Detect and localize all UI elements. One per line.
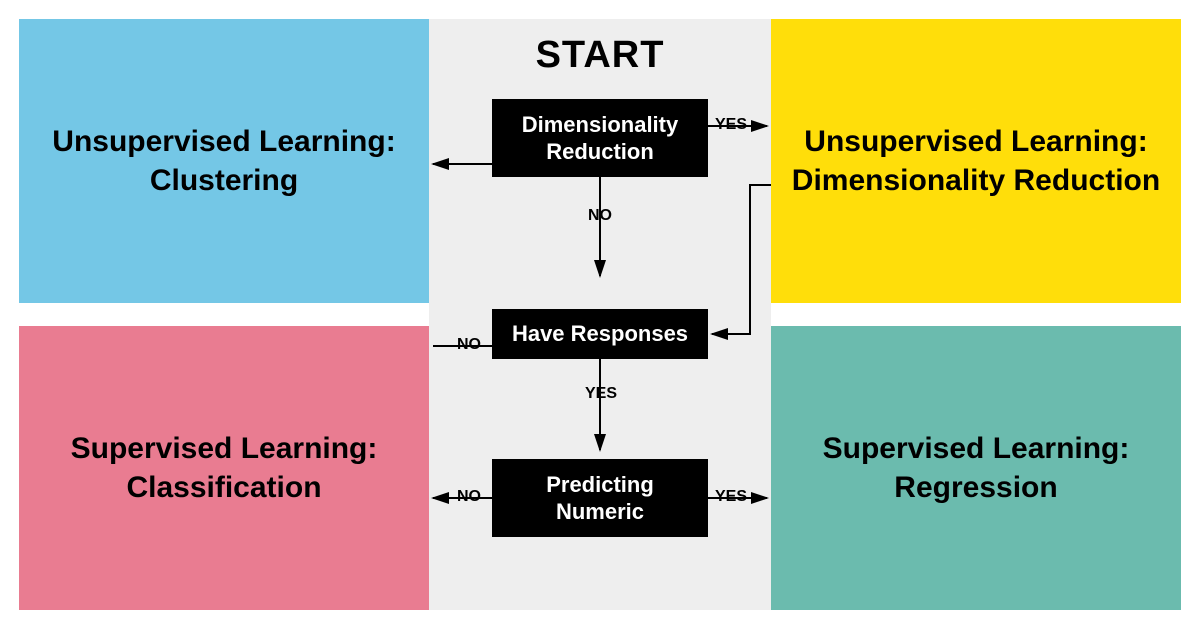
label-d3-no: NO: [457, 488, 481, 506]
label-d3-yes: YES: [715, 488, 747, 506]
quadrant-dimensionality-reduction: Unsupervised Learning:Dimensionality Red…: [771, 19, 1181, 303]
start-title: START: [429, 34, 771, 77]
decision-predicting-numeric: PredictingNumeric: [492, 459, 708, 537]
center-column: START DimensionalityReduction Have Respo…: [429, 19, 771, 610]
quadrant-regression: Supervised Learning:Regression: [771, 326, 1181, 610]
decision-have-responses: Have Responses: [492, 309, 708, 359]
label-d1-no: NO: [588, 207, 612, 225]
decision-dimensionality-reduction: DimensionalityReduction: [492, 99, 708, 177]
quadrant-clustering: Unsupervised Learning:Clustering: [19, 19, 429, 303]
label-d2-no: NO: [457, 336, 481, 354]
label-d2-yes: YES: [585, 385, 617, 403]
quadrant-classification: Supervised Learning:Classification: [19, 326, 429, 610]
label-d1-yes: YES: [715, 116, 747, 134]
